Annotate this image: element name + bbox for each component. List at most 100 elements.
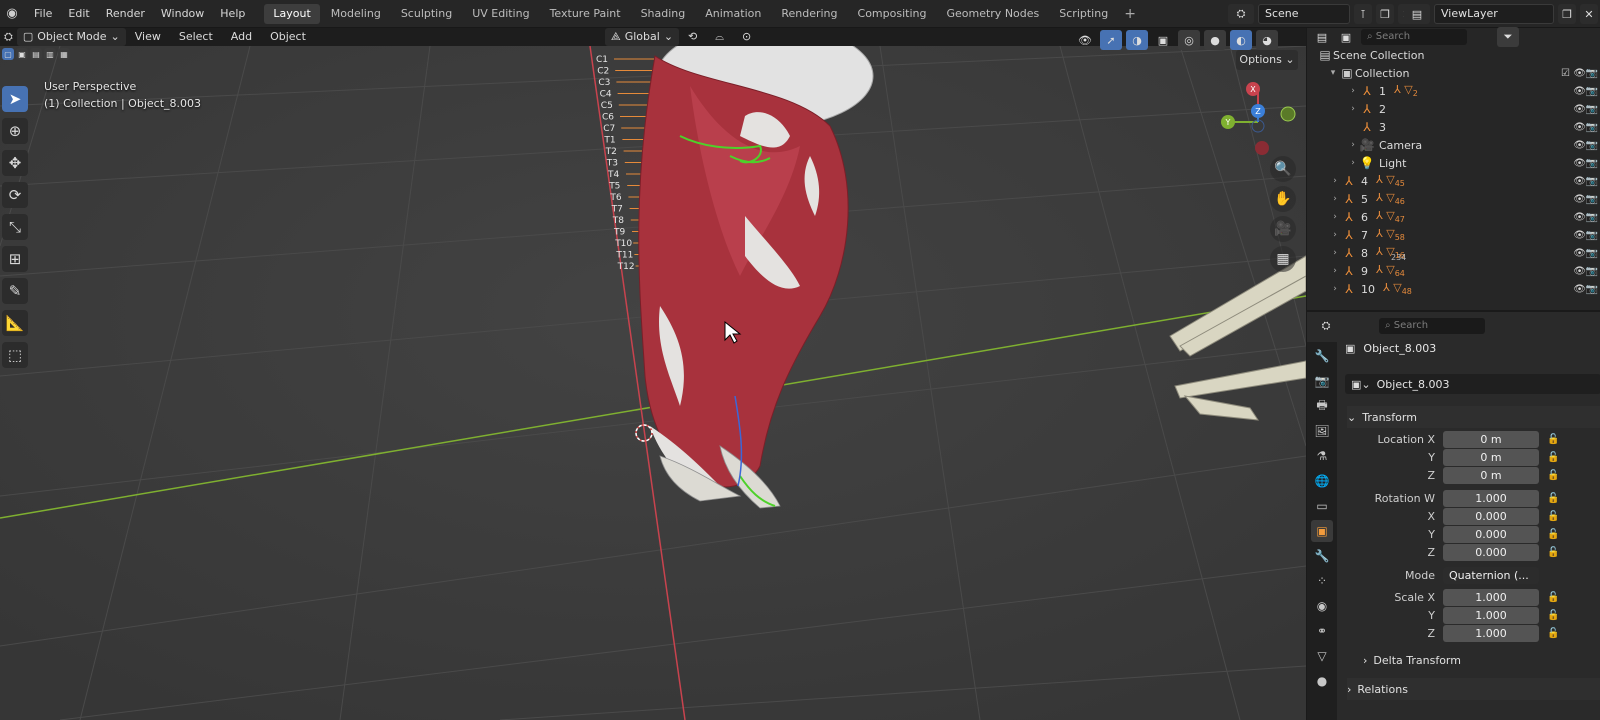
delta-transform-header[interactable]: › Delta Transform xyxy=(1363,654,1461,667)
outliner-search-input[interactable]: ⌕ Search xyxy=(1361,29,1467,45)
chevron-right-icon[interactable]: › xyxy=(1329,284,1341,294)
viewlayer-icon[interactable]: ▤ xyxy=(1404,4,1430,24)
gizmo-neg-x-icon[interactable] xyxy=(1255,141,1269,155)
tab-layout[interactable]: Layout xyxy=(264,3,320,24)
pivot-icon[interactable]: ⟲ xyxy=(679,28,706,46)
render-camera-icon[interactable]: 📷 xyxy=(1586,194,1598,205)
outliner-row[interactable]: › 💡 Light 👁 📷 xyxy=(1307,154,1600,172)
tab-modeling[interactable]: Modeling xyxy=(322,4,390,24)
location-x-field[interactable]: 0 m xyxy=(1443,430,1539,448)
new-scene-icon[interactable]: ❐ xyxy=(1376,4,1394,24)
chevron-right-icon[interactable]: › xyxy=(1347,104,1359,114)
lock-icon[interactable]: 🔓 xyxy=(1547,547,1559,558)
lock-icon[interactable]: 🔓 xyxy=(1547,529,1559,540)
outliner-editor-icon[interactable]: ▤ xyxy=(1313,27,1331,47)
scale-tool-icon[interactable]: ⤡ xyxy=(2,214,28,240)
select-invert-icon[interactable]: ▥ xyxy=(44,48,56,60)
physics-tab-icon[interactable]: ◉ xyxy=(1311,595,1333,617)
chevron-right-icon[interactable]: › xyxy=(1347,158,1359,168)
object-tab-icon[interactable]: ▣ xyxy=(1311,520,1333,542)
render-camera-icon[interactable]: 📷 xyxy=(1586,86,1598,97)
eye-icon[interactable]: 👁 xyxy=(1573,266,1586,277)
outliner-row[interactable]: › ⅄ 7 ⅄ ▽58 👁 📷 xyxy=(1307,226,1600,244)
gizmo-neg-y-icon[interactable] xyxy=(1280,106,1296,122)
scene-icon[interactable]: ⛭ xyxy=(1228,4,1254,24)
eye-icon[interactable]: 👁 xyxy=(1573,68,1586,79)
transform-panel-header[interactable]: ⌄ Transform xyxy=(1347,406,1600,428)
add-workspace-icon[interactable]: + xyxy=(1118,6,1142,22)
select-new-icon[interactable]: ▢ xyxy=(2,48,14,60)
tab-rendering[interactable]: Rendering xyxy=(772,4,846,24)
wireframe-shading-icon[interactable]: ◎ xyxy=(1178,30,1200,50)
chevron-right-icon[interactable]: › xyxy=(1329,194,1341,204)
outliner-row[interactable]: › ⅄ 10 ⅄ ▽48 👁 📷 xyxy=(1307,280,1600,298)
camera-view-icon[interactable]: 🎥 xyxy=(1270,216,1296,242)
lock-icon[interactable]: 🔓 xyxy=(1547,511,1559,522)
pan-hand-icon[interactable]: ✋ xyxy=(1270,186,1296,212)
editor-type-icon[interactable]: ⛭ xyxy=(0,28,17,46)
menu-view[interactable]: View xyxy=(126,28,170,46)
display-mode-icon[interactable]: ▣ xyxy=(1337,27,1355,47)
menu-edit[interactable]: Edit xyxy=(60,0,97,28)
eye-icon[interactable]: 👁 xyxy=(1573,176,1586,187)
lock-icon[interactable]: 🔓 xyxy=(1547,434,1559,445)
filter-icon[interactable]: ⏷ xyxy=(1497,27,1519,47)
chevron-right-icon[interactable]: › xyxy=(1347,86,1359,96)
lock-icon[interactable]: 🔓 xyxy=(1547,452,1559,463)
zoom-icon[interactable]: 🔍 xyxy=(1270,156,1296,182)
measure-tool-icon[interactable]: 📐 xyxy=(2,310,28,336)
tool-tab-icon[interactable]: 🔧 xyxy=(1311,345,1333,367)
tab-geometry-nodes[interactable]: Geometry Nodes xyxy=(937,4,1048,24)
eye-icon[interactable]: 👁 xyxy=(1573,140,1586,151)
close-viewlayer-icon[interactable]: ✕ xyxy=(1580,4,1598,24)
output-tab-icon[interactable]: 🖶 xyxy=(1311,395,1333,417)
outliner-row[interactable]: › ⅄ 9 ⅄ ▽64 👁 📷 xyxy=(1307,262,1600,280)
render-camera-icon[interactable]: 📷 xyxy=(1586,230,1598,241)
relations-panel-header[interactable]: › Relations xyxy=(1347,678,1600,700)
world-tab-icon[interactable]: 🌐 xyxy=(1311,470,1333,492)
scene-field[interactable]: Scene xyxy=(1258,4,1350,24)
tab-texture-paint[interactable]: Texture Paint xyxy=(541,4,630,24)
data-tab-icon[interactable]: ▽ xyxy=(1311,645,1333,667)
outliner-row[interactable]: › ⅄ 1 ⅄ ▽2 👁 📷 xyxy=(1307,82,1600,100)
menu-help[interactable]: Help xyxy=(212,0,253,28)
scene-collection-row[interactable]: ▤ Scene Collection xyxy=(1307,46,1600,64)
chevron-right-icon[interactable]: › xyxy=(1329,212,1341,222)
collection-row[interactable]: ▾ ▣ Collection ☑ 👁 📷 xyxy=(1307,64,1600,82)
select-box-tool-icon[interactable]: ➤ xyxy=(2,86,28,112)
select-intersect-icon[interactable]: ▦ xyxy=(58,48,70,60)
3d-viewport[interactable]: C1 C2 C3 C4 C5 C6 C7 T1 T2 T3 T4 T5 T6 T7 T8 T9 T10 T11 T1… xyxy=(0,46,1306,720)
tab-shading[interactable]: Shading xyxy=(632,4,695,24)
outliner-row[interactable]: › ⅄ 5 ⅄ ▽46 👁 📷 xyxy=(1307,190,1600,208)
eye-icon[interactable]: 👁 xyxy=(1573,86,1586,97)
transform-tool-icon[interactable]: ⊞ xyxy=(2,246,28,272)
gizmo-toggle-icon[interactable]: ➚ xyxy=(1100,30,1122,50)
render-camera-icon[interactable]: 📷 xyxy=(1586,212,1598,223)
overlay-toggle-icon[interactable]: ◑ xyxy=(1126,30,1148,50)
checkbox-icon[interactable]: ☑ xyxy=(1561,68,1570,79)
xray-icon[interactable]: ▣ xyxy=(1152,30,1174,50)
material-shading-icon[interactable]: ◐ xyxy=(1230,30,1252,50)
tab-scripting[interactable]: Scripting xyxy=(1050,4,1117,24)
chevron-right-icon[interactable]: › xyxy=(1329,176,1341,186)
rotation-w-field[interactable]: 1.000 xyxy=(1443,489,1539,507)
add-cube-tool-icon[interactable]: ⬚ xyxy=(2,342,28,368)
new-viewlayer-icon[interactable]: ❐ xyxy=(1558,4,1576,24)
scene-tab-icon[interactable]: ⚗ xyxy=(1311,445,1333,467)
properties-search-input[interactable]: ⌕ Search xyxy=(1379,318,1485,334)
menu-add[interactable]: Add xyxy=(222,28,261,46)
proportional-edit-icon[interactable]: ⊙ xyxy=(733,28,760,46)
mode-dropdown[interactable]: ▢ Object Mode ⌄ xyxy=(16,28,126,46)
chevron-right-icon[interactable]: › xyxy=(1329,248,1341,258)
rendered-shading-icon[interactable]: ◕ xyxy=(1256,30,1278,50)
particles-tab-icon[interactable]: ⁘ xyxy=(1311,570,1333,592)
object-data-field[interactable]: ▣⌄ Object_8.003 xyxy=(1345,374,1600,394)
render-camera-icon[interactable]: 📷 xyxy=(1586,248,1598,259)
render-camera-icon[interactable]: 📷 xyxy=(1586,68,1598,79)
scale-y-field[interactable]: 1.000 xyxy=(1443,606,1539,624)
render-camera-icon[interactable]: 📷 xyxy=(1586,266,1598,277)
orthographic-grid-icon[interactable]: ▦ xyxy=(1270,246,1296,272)
constraints-tab-icon[interactable]: ⚭ xyxy=(1311,620,1333,642)
cursor-tool-icon[interactable]: ⊕ xyxy=(2,118,28,144)
location-y-field[interactable]: 0 m xyxy=(1443,448,1539,466)
